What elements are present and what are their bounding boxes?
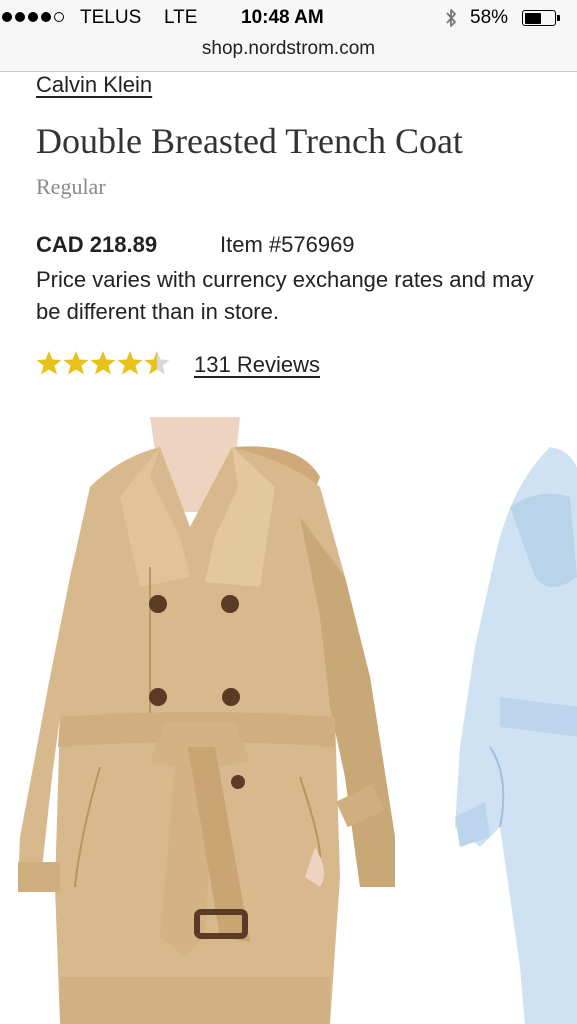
star-icon (144, 351, 170, 375)
battery-level-fill (524, 12, 542, 24)
status-bar: TELUS LTE 10:48 AM 58% (0, 0, 577, 36)
battery-icon (522, 10, 556, 26)
signal-strength-icon (2, 12, 64, 22)
signal-dot (2, 12, 12, 22)
product-image-carousel[interactable] (0, 417, 577, 1024)
bluetooth-icon (446, 9, 456, 27)
star-icon (63, 351, 89, 375)
reviews-link[interactable]: 131 Reviews (194, 352, 320, 378)
product-image-blue-coat[interactable] (440, 447, 577, 1024)
product-image-camel-coat[interactable] (0, 417, 420, 1024)
status-time: 10:48 AM (241, 7, 324, 28)
fit-label: Regular (36, 174, 106, 199)
star-icon (36, 351, 62, 375)
price-disclaimer: Price varies with currency exchange rate… (36, 267, 534, 324)
star-rating (36, 350, 170, 376)
star-icon (90, 351, 116, 375)
product-price: CAD 218.89 (36, 232, 158, 257)
signal-dot (54, 12, 64, 22)
item-number: Item #576969 (220, 232, 355, 257)
signal-dot (41, 12, 51, 22)
signal-dot (28, 12, 38, 22)
star-icon (117, 351, 143, 375)
carrier-name: TELUS (80, 7, 142, 28)
signal-dot (15, 12, 25, 22)
screen: TELUS LTE 10:48 AM 58% shop.nordstrom.co… (0, 0, 577, 1024)
battery-tip (557, 15, 560, 21)
brand-link[interactable]: Calvin Klein (36, 72, 152, 98)
browser-chrome: TELUS LTE 10:48 AM 58% shop.nordstrom.co… (0, 0, 577, 72)
rating-stars (36, 350, 170, 376)
product-title: Double Breasted Trench Coat (36, 121, 463, 161)
battery-percentage: 58% (470, 7, 509, 28)
address-bar[interactable]: shop.nordstrom.com (0, 38, 577, 60)
network-type: LTE (164, 7, 198, 28)
